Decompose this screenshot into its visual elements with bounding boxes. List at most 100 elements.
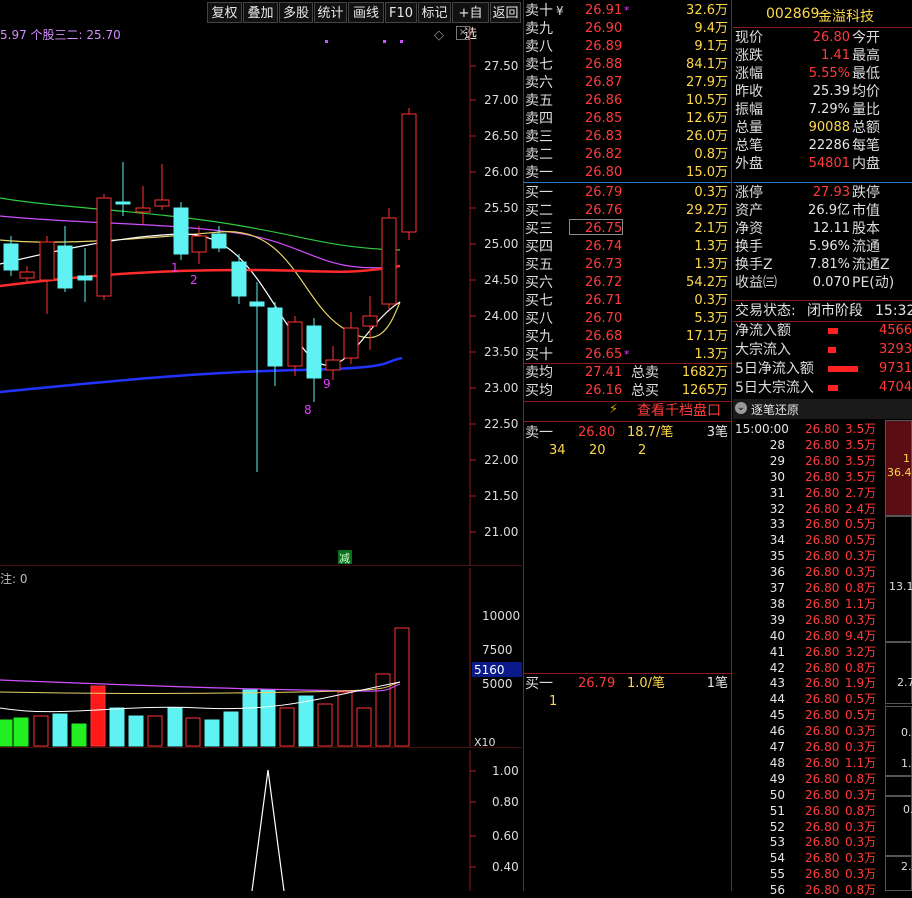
ask-volume: 10.5万 — [686, 93, 728, 108]
tick-time: 36 — [769, 565, 785, 580]
quote-value: 7.81% — [808, 257, 850, 272]
bid-row[interactable]: 买四 26.74 1.3万 — [523, 238, 732, 256]
bid-row[interactable]: 买八 26.70 5.3万 — [523, 310, 732, 328]
chevron-down-icon[interactable]: ⌄ — [735, 402, 747, 414]
bid-row[interactable]: 买三 26.75 2.1万 — [523, 220, 732, 238]
tick-time: 50 — [769, 787, 785, 802]
bid-row[interactable]: 买六 26.72 54.2万 — [523, 274, 732, 292]
indicator-chart[interactable]: 1.00 0.80 0.60 0.40 — [0, 750, 522, 891]
volume-chart[interactable]: 10000 7500 51605000 X10 — [0, 568, 522, 748]
y-tick-label: 26.50 — [484, 129, 518, 143]
bid-label: 买三 — [525, 221, 553, 237]
tick-price: 26.80 — [805, 453, 840, 468]
volume-bar — [109, 707, 125, 747]
tick-price: 26.80 — [805, 549, 840, 564]
bid-price: 26.73 — [585, 257, 623, 272]
ask-price: 26.91 — [585, 3, 623, 18]
bid-row[interactable]: 买一 26.79 0.3万 — [523, 184, 732, 202]
tick-volume: 0.3万 — [845, 724, 877, 739]
divider — [523, 421, 732, 422]
fund-flow-bar — [828, 366, 858, 372]
y-tick-label: 23.50 — [484, 345, 518, 359]
bid-row[interactable]: 买五 26.73 1.3万 — [523, 256, 732, 274]
tick-row: 28 26.80 3.5万 — [733, 437, 883, 453]
volume-bar — [167, 707, 183, 747]
queue-order: 1 — [549, 694, 558, 709]
bid-label: 买九 — [525, 329, 553, 345]
bid-row[interactable]: 买九 26.68 17.1万 — [523, 328, 732, 346]
ask-volume: 27.9万 — [686, 75, 728, 90]
avg-sell-total: 1682万 — [681, 365, 728, 380]
candle-body — [57, 245, 73, 289]
ask-row[interactable]: 卖七 26.88 84.1万 — [523, 56, 732, 74]
ask-row[interactable]: 卖八 26.89 9.1万 — [523, 38, 732, 56]
ask-row[interactable]: 卖三 26.83 26.0万 — [523, 128, 732, 146]
kline-chart[interactable]: 27.50 27.00 26.50 26.00 25.50 25.00 24.50 24.00… — [0, 26, 522, 566]
close-icon[interactable]: × — [456, 26, 470, 40]
tick-volume: 3.5万 — [845, 437, 877, 452]
bid-row[interactable]: 买七 26.71 0.3万 — [523, 292, 732, 310]
sell1-queue[interactable]: 卖一 26.80 18.7/笔 3笔 — [523, 424, 732, 442]
tick-volume: 1.1万 — [845, 596, 877, 611]
quote-row: 现价 26.80 今开 — [733, 29, 912, 47]
toolbar-button-7[interactable]: +自选 — [452, 2, 489, 42]
selected-price-box[interactable] — [569, 219, 623, 235]
ask-label: 卖一 — [525, 165, 553, 181]
toolbar-button-0[interactable]: 复权 — [207, 2, 242, 23]
ask-row[interactable]: 卖九 26.90 9.4万 — [523, 20, 732, 38]
toolbar-button-6[interactable]: 标记 — [418, 2, 451, 23]
trading-status: 交易状态: 闭市阶段 15:32 — [733, 302, 912, 320]
tick-volume: 0.3万 — [845, 867, 877, 882]
y-tick-label: 0.80 — [492, 795, 519, 809]
ask-row[interactable]: 卖一 26.80 15.0万 — [523, 164, 732, 182]
ask-volume: 32.6万 — [686, 3, 728, 18]
ask-row[interactable]: 卖六 26.87 27.9万 — [523, 74, 732, 92]
toolbar-button-1[interactable]: 叠加 — [243, 2, 278, 23]
tick-row: 56 26.80 0.8万 — [733, 882, 883, 898]
ask-row[interactable]: 卖十 ¥26.91 * 32.6万 — [523, 2, 732, 20]
ask-price: 26.83 — [585, 129, 623, 144]
stock-name: 金溢科技 — [818, 9, 874, 25]
ask-row[interactable]: 卖二 26.82 0.8万 — [523, 146, 732, 164]
tick-volume: 3.2万 — [845, 644, 877, 659]
toolbar-button-2[interactable]: 多股 — [279, 2, 313, 23]
tick-volume: 9.4万 — [845, 628, 877, 643]
candle-body — [135, 207, 151, 213]
toolbar-button-8[interactable]: 返回 — [490, 2, 521, 23]
quote-value: 26.9亿 — [808, 203, 850, 218]
quote-value: 26.80 — [812, 30, 850, 45]
quote-row: 收益㈢ 0.070 PE(动) — [733, 274, 912, 292]
volume-bar — [204, 719, 220, 747]
pattern-marker: 8 — [304, 403, 312, 417]
toolbar-button-3[interactable]: 统计 — [314, 2, 347, 23]
tick-volume: 3.5万 — [845, 422, 877, 436]
bid-label: 买一 — [525, 185, 553, 201]
candle-body — [249, 301, 265, 307]
tick-price: 26.80 — [805, 708, 840, 723]
quote-right-label: 均价 — [852, 84, 880, 100]
toolbar-button-4[interactable]: 画线 — [348, 2, 384, 23]
quote-value: 22286 — [808, 138, 850, 153]
fund-flow-label: 大宗流入 — [735, 342, 791, 358]
thousand-depth-button[interactable]: 查看千档盘口 — [637, 402, 721, 420]
buy1-queue[interactable]: 买一 26.79 1.0/笔 1笔 — [523, 675, 732, 693]
tick-row: 39 26.80 0.3万 — [733, 612, 883, 628]
bid-row[interactable]: 买二 26.76 29.2万 — [523, 202, 732, 220]
ask-price: 26.80 — [585, 165, 623, 180]
fund-flow-value: 4704 — [879, 380, 912, 395]
ask-row[interactable]: 卖四 26.85 12.6万 — [523, 110, 732, 128]
quote-right-label: 每笔 — [852, 138, 880, 154]
bid-row[interactable]: 买十 26.65 * 1.3万 — [523, 346, 732, 364]
tick-price: 26.80 — [805, 771, 840, 786]
quote-value: 0.070 — [812, 275, 850, 290]
ask-volume: 26.0万 — [686, 129, 728, 144]
ask-row[interactable]: 卖五 26.86 10.5万 — [523, 92, 732, 110]
quote-value: 54801 — [808, 156, 850, 171]
quote-right-label: 流通Z — [852, 257, 890, 273]
settings-diamond-icon[interactable]: ◇ — [434, 28, 444, 43]
buy1-queue-label: 买一 — [525, 676, 553, 692]
toolbar-button-5[interactable]: F10 — [385, 2, 417, 23]
bid-volume: 5.3万 — [694, 311, 728, 326]
ask-volume: 9.1万 — [694, 39, 728, 54]
ticks-header[interactable]: 逐笔还原 — [751, 401, 799, 418]
